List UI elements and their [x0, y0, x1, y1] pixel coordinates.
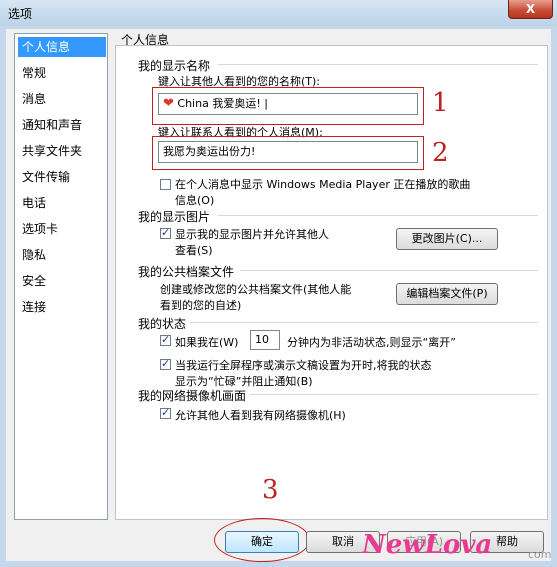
- divider: [218, 64, 538, 65]
- sidebar-item[interactable]: 个人信息: [18, 37, 106, 57]
- change-picture-button[interactable]: 更改图片(C)...: [396, 228, 498, 250]
- profile-description-line-2: 看到的您的自述): [160, 299, 242, 312]
- sidebar-item[interactable]: 选项卡: [18, 219, 106, 239]
- divider: [190, 322, 538, 323]
- sidebar: 个人信息常规消息通知和声音共享文件夹文件传输电话选项卡隐私安全连接: [14, 33, 108, 520]
- webcam-heading: 我的网络摄像机画面: [138, 389, 247, 403]
- show-picture-checkbox[interactable]: [160, 226, 171, 239]
- away-minutes-input[interactable]: 10: [250, 330, 280, 350]
- show-media-checkbox[interactable]: [160, 179, 171, 190]
- display-name-value: China 我爱奥运! |: [177, 97, 268, 110]
- away-suffix-label: 分钟内为非活动状态,则显示“离开”: [287, 336, 456, 349]
- display-name-heading: 我的显示名称: [138, 59, 211, 73]
- show-media-label: 在个人消息中显示 Windows Media Player 正在播放的歌曲 信息…: [175, 176, 525, 208]
- watermark-domain: com: [528, 548, 552, 561]
- sidebar-item[interactable]: 隐私: [18, 245, 106, 265]
- sidebar-item[interactable]: 通知和声音: [18, 115, 106, 135]
- webcam-label: 允许其他人看到我有网络摄像机(H): [175, 409, 346, 422]
- busy-line-1: 当我运行全屏程序或演示文稿设置为开时,将我的状态: [175, 359, 432, 372]
- picture-heading: 我的显示图片: [138, 210, 211, 224]
- busy-checkbox[interactable]: [160, 357, 171, 370]
- show-picture-line-2: 查看(S): [175, 244, 213, 257]
- status-heading: 我的状态: [138, 317, 187, 331]
- annotation-number-1: 1: [432, 88, 449, 118]
- divider: [250, 394, 538, 395]
- window-title: 选项: [8, 7, 33, 21]
- sidebar-item[interactable]: 文件传输: [18, 167, 106, 187]
- sidebar-item[interactable]: 消息: [18, 89, 106, 109]
- watermark-logo: NewLova: [362, 530, 493, 560]
- busy-label: 当我运行全屏程序或演示文稿设置为开时,将我的状态 显示为“忙碌”并阻止通知(B): [175, 357, 432, 389]
- divider: [240, 270, 538, 271]
- sidebar-item[interactable]: 电话: [18, 193, 106, 213]
- profile-description: 创建或修改您的公共档案文件(其他人能 看到的您的自述): [160, 281, 351, 313]
- close-button[interactable]: X: [508, 0, 553, 19]
- edit-profile-button[interactable]: 编辑档案文件(P): [396, 283, 498, 305]
- divider: [218, 215, 538, 216]
- heart-emoticon-icon: ❤: [163, 96, 174, 111]
- annotation-number-3: 3: [262, 475, 279, 505]
- show-media-line-1: 在个人消息中显示 Windows Media Player 正在播放的歌曲: [175, 178, 471, 191]
- webcam-checkbox[interactable]: [160, 406, 171, 419]
- display-name-input[interactable]: ❤ China 我爱奥运! |: [158, 93, 418, 115]
- sidebar-item[interactable]: 常规: [18, 63, 106, 83]
- annotation-number-2: 2: [432, 138, 449, 168]
- ok-button[interactable]: 确定: [225, 531, 299, 553]
- show-picture-line-1: 显示我的显示图片并允许其他人: [175, 228, 329, 241]
- show-media-line-2: 信息(O): [175, 194, 215, 207]
- profile-heading: 我的公共档案文件: [138, 265, 235, 279]
- sidebar-item[interactable]: 共享文件夹: [18, 141, 106, 161]
- away-checkbox[interactable]: [160, 333, 171, 346]
- sidebar-item[interactable]: 连接: [18, 297, 106, 317]
- away-prefix-label: 如果我在(W): [175, 336, 239, 349]
- title-bar: [0, 0, 557, 27]
- personal-message-input[interactable]: 我愿为奥运出份力!: [158, 141, 418, 163]
- profile-description-line-1: 创建或修改您的公共档案文件(其他人能: [160, 283, 352, 296]
- sidebar-item[interactable]: 安全: [18, 271, 106, 291]
- show-picture-label: 显示我的显示图片并允许其他人 查看(S): [175, 226, 329, 258]
